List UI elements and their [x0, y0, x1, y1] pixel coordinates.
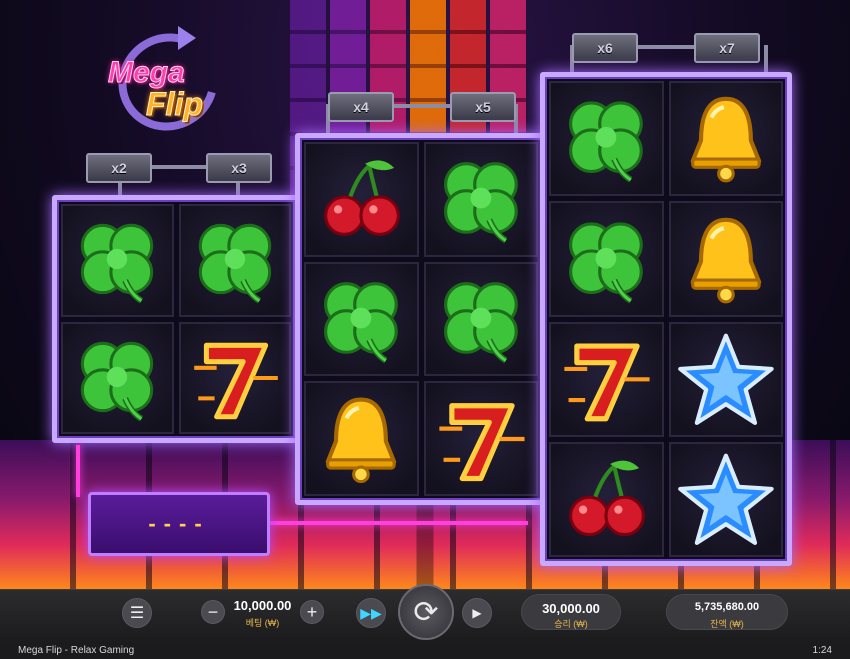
menu-button[interactable]: ☰ — [122, 598, 152, 628]
multiplier-plaque: x2 — [86, 153, 152, 183]
reel-cell — [668, 81, 783, 197]
refresh-icon: ⟳ — [413, 595, 439, 629]
reel-cell — [549, 441, 664, 557]
clover-icon — [551, 203, 662, 314]
reel-cell — [549, 81, 664, 197]
reel-block-1 — [52, 195, 300, 443]
cherry-icon — [306, 144, 417, 255]
neon-line — [76, 445, 80, 497]
play-icon: ▶ — [472, 606, 482, 620]
minus-icon: − — [207, 601, 219, 622]
reel-cell — [423, 142, 538, 257]
bet-label: 베팅 (₩) — [245, 618, 280, 628]
neon-line — [270, 521, 528, 525]
bell-icon — [671, 83, 782, 194]
reel-cell — [668, 441, 783, 557]
cherry-icon — [551, 444, 662, 555]
clover-icon — [306, 264, 417, 375]
reel-cell — [178, 204, 291, 317]
clover-icon — [426, 264, 537, 375]
turbo-button[interactable]: ▶▶ — [356, 598, 386, 628]
reel-cell — [668, 201, 783, 317]
reel-cell — [668, 321, 783, 437]
clock: 1:24 — [812, 645, 832, 656]
star-icon — [671, 324, 782, 435]
clover-icon — [551, 83, 662, 194]
reel-cell — [61, 204, 174, 317]
multiplier-plaque: x7 — [694, 33, 760, 63]
balance-display: 5,735,680.00 잔액 (₩) — [666, 594, 788, 630]
logo-arrow-icon — [178, 26, 196, 50]
multiplier-plaque: x5 — [450, 92, 516, 122]
logo-text-flip: Flip — [146, 86, 204, 123]
multiplier-plaque: x4 — [328, 92, 394, 122]
game-logo: Mega Flip — [100, 15, 240, 149]
bet-value: 10,000.00 — [233, 598, 292, 613]
reel-cell — [304, 381, 419, 496]
star-icon — [671, 444, 782, 555]
reel-cell — [61, 321, 174, 434]
multiplier-plaque: x3 — [206, 153, 272, 183]
balance-value: 5,735,680.00 — [694, 601, 760, 613]
game-stage: Mega Flip x2 x3 x4 x5 x6 x7 ---- — [0, 0, 850, 589]
win-amount-display: 30,000.00 승리 (₩) — [521, 594, 621, 630]
game-title: Mega Flip - Relax Gaming — [18, 645, 135, 656]
clover-icon — [181, 206, 290, 315]
reel-cell — [549, 201, 664, 317]
bell-icon — [306, 383, 417, 494]
decrease-bet-button[interactable]: − — [201, 600, 225, 624]
bell-icon — [671, 203, 782, 314]
clover-icon — [63, 324, 172, 433]
multiplier-connector — [764, 45, 768, 73]
clover-icon — [426, 144, 537, 255]
reel-cell — [423, 261, 538, 377]
fast-forward-icon: ▶▶ — [360, 604, 382, 621]
reel-block-3 — [540, 72, 792, 566]
control-bar: ☰ − 10,000.00 베팅 (₩) + ▶▶ ⟳ ▶ 30,000.00 … — [0, 584, 850, 643]
reel-cell — [549, 321, 664, 437]
win-value: 30,000.00 — [542, 601, 600, 616]
menu-icon: ☰ — [129, 605, 145, 622]
seven-icon — [551, 324, 662, 435]
footer-bar: Mega Flip - Relax Gaming 1:24 — [0, 643, 850, 659]
win-display: ---- — [88, 492, 270, 556]
seven-icon — [426, 383, 537, 494]
plus-icon: + — [306, 601, 318, 622]
autoplay-button[interactable]: ▶ — [462, 598, 492, 628]
reel-block-2 — [295, 133, 547, 505]
increase-bet-button[interactable]: + — [300, 600, 324, 624]
reel-cell — [423, 381, 538, 496]
reel-cell — [178, 321, 291, 434]
win-label: 승리 (₩) — [554, 619, 588, 629]
multiplier-plaque: x6 — [572, 33, 638, 63]
spin-button[interactable]: ⟳ — [398, 584, 454, 640]
balance-label: 잔액 (₩) — [710, 619, 744, 629]
logo-text-mega: Mega — [108, 56, 186, 90]
clover-icon — [63, 206, 172, 315]
seven-icon — [181, 324, 290, 433]
reel-cell — [304, 261, 419, 377]
reel-cell — [304, 142, 419, 257]
